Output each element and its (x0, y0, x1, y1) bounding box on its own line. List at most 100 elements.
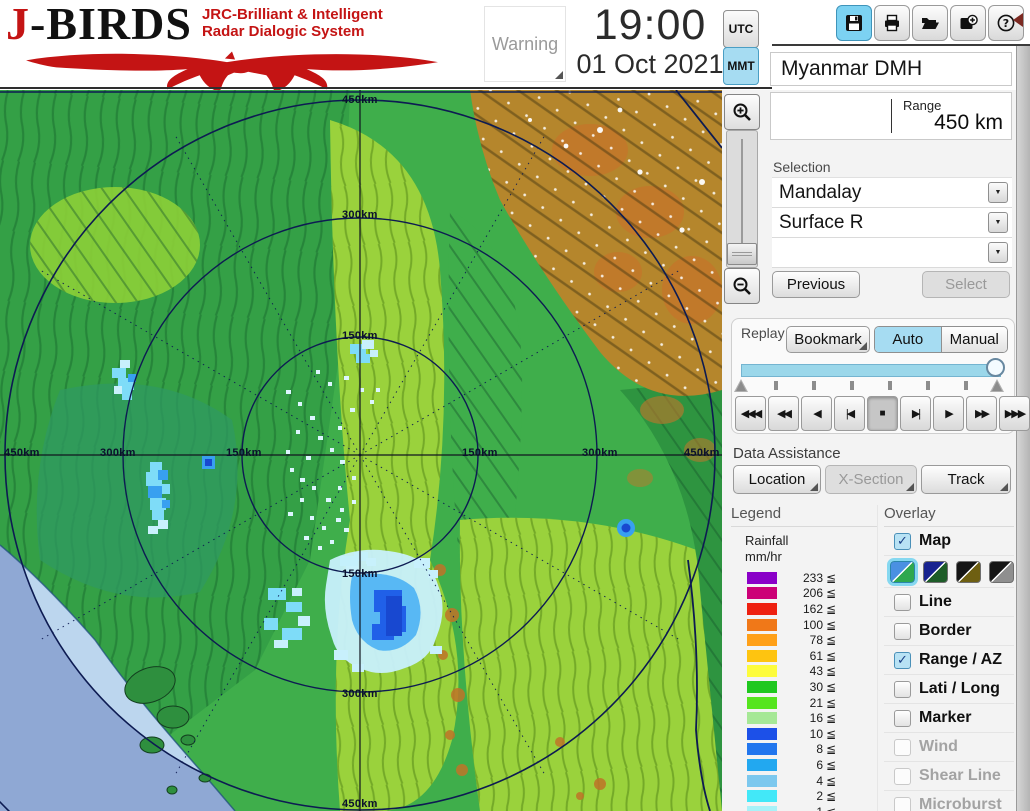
range-ring-label: 300km (582, 447, 618, 459)
selection-dropdown[interactable]: Mandalay ▼ (772, 178, 1012, 208)
track-button[interactable]: Track (921, 465, 1011, 494)
playback-button[interactable]: ◀◀ (768, 396, 799, 431)
less-equal-icon: ≦ (826, 648, 837, 663)
playback-button[interactable]: ◀◀◀ (735, 396, 766, 431)
legend-row: 16 ≦ (747, 710, 877, 726)
overlay-checkbox[interactable]: ✓ (894, 738, 911, 756)
collapse-panel-icon[interactable] (1013, 13, 1023, 27)
legend-value: 4 (816, 773, 823, 788)
overlay-checkbox[interactable]: ✓ (894, 593, 911, 611)
map-style-swatch[interactable] (989, 560, 1014, 583)
overlay-item[interactable]: ✓ Microburst (884, 791, 1014, 811)
legend-color-swatch (747, 696, 777, 709)
replay-range-start-marker[interactable] (734, 379, 748, 392)
radar-map-display[interactable]: 450km 300km 150km 150km 300km 450km 450km 300k… (0, 90, 722, 811)
zoom-slider-handle[interactable] (727, 243, 757, 265)
overlay-checkbox[interactable]: ✓ (894, 709, 911, 727)
legend-value: 78 (809, 633, 823, 648)
less-equal-icon: ≦ (826, 570, 837, 585)
corner-expand-icon (1000, 483, 1008, 491)
overlay-checkbox[interactable]: ✓ (894, 622, 911, 640)
overlay-item-map[interactable]: ✓ Map (884, 527, 1014, 556)
overlay-checkbox[interactable]: ✓ (894, 680, 911, 698)
overlay-checkbox[interactable]: ✓ (894, 767, 911, 785)
playback-button[interactable]: ■ (867, 396, 898, 431)
legend-value: 16 (809, 711, 823, 726)
legend-color-swatch (747, 649, 777, 662)
previous-button[interactable]: Previous (772, 271, 860, 298)
legend-title: Legend (731, 505, 877, 527)
less-equal-icon: ≦ (826, 617, 837, 632)
add-image-button[interactable] (950, 5, 986, 41)
playback-button[interactable]: ▶| (900, 396, 931, 431)
open-file-button[interactable] (912, 5, 948, 41)
jbirds-logo: J-BIRDS JRC-Brilliant & Intelligent Rada… (6, 1, 468, 92)
overlay-item[interactable]: ✓ Shear Line (884, 762, 1014, 791)
replay-tick (774, 381, 778, 390)
replay-progress-track[interactable] (741, 364, 1001, 377)
zoom-in-icon (733, 103, 751, 121)
overlay-item[interactable]: ✓ Line (884, 588, 1014, 617)
legend-color-swatch (747, 790, 777, 803)
playback-glyph-icon: ▶▶ (975, 408, 990, 420)
mmt-button[interactable]: MMT (723, 47, 759, 85)
overlay-checkbox[interactable]: ✓ (894, 796, 911, 811)
manual-button[interactable]: Manual (941, 327, 1007, 352)
save-button[interactable] (836, 5, 872, 41)
utc-button[interactable]: UTC (723, 10, 759, 48)
playback-button[interactable]: ▶▶▶ (999, 396, 1030, 431)
warning-button[interactable]: Warning (484, 6, 566, 82)
legend-row: 30 ≦ (747, 679, 877, 695)
overlay-item[interactable]: ✓ Border (884, 617, 1014, 646)
range-ring-label: 300km (342, 688, 378, 700)
playback-button[interactable]: ▶ (933, 396, 964, 431)
legend-value: 100 (802, 617, 823, 632)
playback-button[interactable]: ▶▶ (966, 396, 997, 431)
selection-dropdown[interactable]: ▼ (772, 238, 1012, 268)
range-ring-label: 150km (226, 447, 262, 459)
overlay-item[interactable]: ✓ Lati / Long (884, 675, 1014, 704)
less-equal-icon: ≦ (826, 633, 837, 648)
zoom-slider[interactable] (726, 130, 758, 268)
selection-dropdown[interactable]: Surface R ▼ (772, 208, 1012, 238)
zoom-in-button[interactable] (724, 94, 760, 130)
overlay-item[interactable]: ✓ Range / AZ (884, 646, 1014, 675)
overlay-checkbox[interactable]: ✓ (894, 651, 911, 669)
location-button[interactable]: Location (733, 465, 821, 494)
playback-button[interactable]: ◀ (801, 396, 832, 431)
less-equal-icon: ≦ (826, 711, 837, 726)
legend-row: 2 ≦ (747, 788, 877, 804)
legend-color-swatch (747, 743, 777, 756)
playback-button[interactable]: |◀ (834, 396, 865, 431)
map-style-swatch[interactable] (923, 560, 948, 583)
map-style-swatch[interactable] (887, 557, 918, 586)
replay-tick (964, 381, 968, 390)
less-equal-icon: ≦ (826, 789, 837, 804)
overlay-item[interactable]: ✓ Marker (884, 704, 1014, 733)
zoom-out-button[interactable] (724, 268, 760, 304)
legend-color-swatch (747, 712, 777, 725)
dropdown-button[interactable]: ▼ (988, 182, 1008, 203)
dropdown-button[interactable]: ▼ (988, 212, 1008, 233)
toolbar: ? (836, 5, 1024, 41)
auto-button[interactable]: Auto (875, 327, 942, 352)
select-button[interactable]: Select (922, 271, 1010, 298)
overlay-item[interactable]: ✓ Wind (884, 733, 1014, 762)
xsection-button[interactable]: X-Section (825, 465, 917, 494)
bookmark-button[interactable]: Bookmark (786, 326, 870, 353)
map-checkbox[interactable]: ✓ (894, 532, 911, 550)
floppy-icon (846, 15, 862, 31)
range-divider (891, 99, 892, 133)
less-equal-icon: ≦ (826, 664, 837, 679)
playback-controls: ◀◀◀ ◀◀ ◀ |◀ ■ ▶| ▶ ▶▶ ▶▶▶ (735, 396, 1030, 431)
less-equal-icon: ≦ (826, 726, 837, 741)
date-display: 01 Oct 2021 (576, 49, 724, 79)
legend-row: 78 ≦ (747, 632, 877, 648)
dropdown-button[interactable]: ▼ (988, 242, 1008, 263)
replay-range-end-marker[interactable] (990, 379, 1004, 392)
replay-progress-handle[interactable] (986, 358, 1005, 377)
map-style-swatch[interactable] (956, 560, 981, 583)
print-button[interactable] (874, 5, 910, 41)
warning-label: Warning (491, 33, 559, 54)
replay-tick (812, 381, 816, 390)
